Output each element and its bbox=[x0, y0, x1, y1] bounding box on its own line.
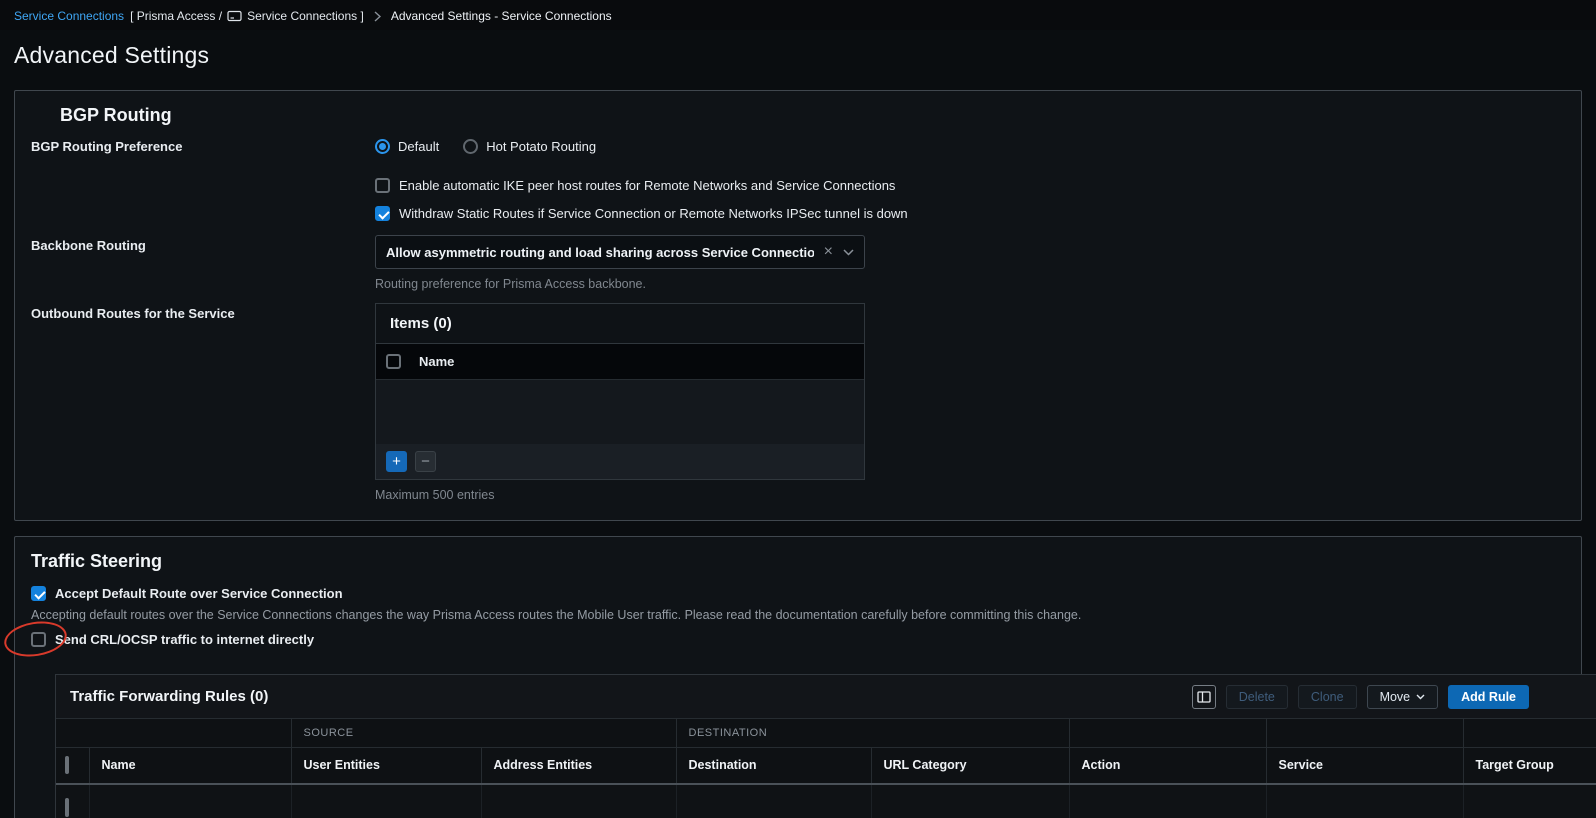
outbound-routes-label: Outbound Routes for the Service bbox=[31, 303, 375, 502]
traffic-forwarding-rules-table: SOURCE DESTINATION Name User Entities Ad… bbox=[56, 719, 1596, 818]
radio-unselected-icon bbox=[463, 139, 478, 154]
breadcrumb-context: [ Prisma Access / Service Connections ] bbox=[130, 9, 364, 23]
column-header-target-group: Target Group bbox=[1463, 747, 1596, 784]
checkbox-withdraw-label: Withdraw Static Routes if Service Connec… bbox=[399, 206, 908, 221]
remove-item-button[interactable]: − bbox=[415, 451, 436, 472]
backbone-routing-select[interactable]: Allow asymmetric routing and load sharin… bbox=[375, 235, 865, 269]
checkbox-accept-default-route[interactable]: Accept Default Route over Service Connec… bbox=[31, 584, 1565, 603]
breadcrumb-bracket-prefix: [ Prisma Access / bbox=[130, 9, 222, 23]
column-header-user-entities: User Entities bbox=[291, 747, 481, 784]
traffic-steering-title: Traffic Steering bbox=[31, 551, 1565, 572]
checkbox-ike-peer-host-routes[interactable]: Enable automatic IKE peer host routes fo… bbox=[375, 176, 1565, 195]
group-header-empty bbox=[1463, 719, 1596, 747]
checkbox-unchecked-icon bbox=[375, 178, 390, 193]
items-count-title: Items (0) bbox=[376, 304, 864, 344]
chevron-down-icon[interactable] bbox=[843, 249, 854, 256]
clear-icon[interactable]: × bbox=[824, 244, 833, 260]
column-header-name: Name bbox=[89, 747, 291, 784]
backbone-routing-help: Routing preference for Prisma Access bac… bbox=[375, 277, 1565, 291]
backbone-routing-value: Allow asymmetric routing and load sharin… bbox=[386, 245, 814, 260]
column-header-address-entities: Address Entities bbox=[481, 747, 676, 784]
bgp-routing-card: BGP Routing BGP Routing Preference Defau… bbox=[14, 90, 1582, 521]
traffic-steering-card: Traffic Steering Accept Default Route ov… bbox=[14, 536, 1582, 818]
bgp-preference-radio-group: Default Hot Potato Routing bbox=[375, 136, 1565, 156]
outbound-routes-table: Items (0) Name + − bbox=[375, 303, 865, 480]
checkbox-checked-icon bbox=[375, 206, 390, 221]
checkbox-ike-label: Enable automatic IKE peer host routes fo… bbox=[399, 178, 895, 193]
bgp-routing-preference-label: BGP Routing Preference bbox=[31, 136, 375, 223]
move-button[interactable]: Move bbox=[1367, 685, 1439, 709]
checkbox-checked-icon bbox=[31, 586, 46, 601]
table-row bbox=[56, 784, 1596, 818]
move-button-label: Move bbox=[1380, 690, 1411, 704]
delete-button[interactable]: Delete bbox=[1226, 685, 1288, 709]
clone-button[interactable]: Clone bbox=[1298, 685, 1357, 709]
columns-settings-button[interactable] bbox=[1192, 685, 1216, 709]
checkbox-crl-label: Send CRL/OCSP traffic to internet direct… bbox=[55, 632, 314, 647]
radio-selected-icon bbox=[375, 139, 390, 154]
max-entries-help: Maximum 500 entries bbox=[375, 488, 1565, 502]
page-title: Advanced Settings bbox=[14, 42, 1582, 69]
traffic-forwarding-rules-title: Traffic Forwarding Rules (0) bbox=[70, 688, 1192, 705]
group-header-empty bbox=[1069, 719, 1266, 747]
group-header-empty bbox=[1266, 719, 1463, 747]
column-header-service: Service bbox=[1266, 747, 1463, 784]
checkbox-withdraw-static-routes[interactable]: Withdraw Static Routes if Service Connec… bbox=[375, 204, 1565, 223]
chevron-right-icon bbox=[374, 11, 381, 22]
breadcrumb-current: Advanced Settings - Service Connections bbox=[391, 9, 612, 23]
breadcrumb-bracket-item: Service Connections ] bbox=[247, 9, 364, 23]
accept-default-route-note: Accepting default routes over the Servic… bbox=[31, 608, 1565, 622]
radio-default-label: Default bbox=[398, 139, 439, 154]
breadcrumb: Service Connections [ Prisma Access / Se… bbox=[0, 0, 1596, 30]
row-checkbox[interactable] bbox=[65, 798, 69, 817]
items-name-column-header: Name bbox=[419, 354, 454, 369]
breadcrumb-link-service-connections[interactable]: Service Connections bbox=[14, 9, 124, 23]
group-header-empty bbox=[56, 719, 291, 747]
columns-icon bbox=[1197, 691, 1211, 703]
column-header-destination: Destination bbox=[676, 747, 871, 784]
radio-hot-potato-label: Hot Potato Routing bbox=[486, 139, 596, 154]
group-header-source: SOURCE bbox=[291, 719, 676, 747]
checkbox-unchecked-icon bbox=[31, 632, 46, 647]
chevron-down-icon bbox=[1416, 694, 1425, 700]
add-item-button[interactable]: + bbox=[386, 451, 407, 472]
add-rule-button[interactable]: Add Rule bbox=[1448, 685, 1529, 709]
service-connections-icon bbox=[227, 10, 242, 22]
backbone-routing-label: Backbone Routing bbox=[31, 235, 375, 291]
traffic-forwarding-rules-panel: Traffic Forwarding Rules (0) Delete Clon… bbox=[55, 674, 1596, 818]
column-header-url-category: URL Category bbox=[871, 747, 1069, 784]
column-header-action: Action bbox=[1069, 747, 1266, 784]
bgp-routing-title: BGP Routing bbox=[60, 105, 1565, 126]
checkbox-send-crl-ocsp[interactable]: Send CRL/OCSP traffic to internet direct… bbox=[31, 630, 314, 649]
items-empty-body bbox=[376, 380, 864, 444]
group-header-destination: DESTINATION bbox=[676, 719, 1069, 747]
checkbox-accept-label: Accept Default Route over Service Connec… bbox=[55, 586, 343, 601]
radio-default[interactable]: Default bbox=[375, 139, 439, 154]
radio-hot-potato-routing[interactable]: Hot Potato Routing bbox=[463, 139, 596, 154]
select-all-checkbox[interactable] bbox=[386, 354, 401, 369]
select-all-rules-checkbox[interactable] bbox=[65, 756, 69, 774]
